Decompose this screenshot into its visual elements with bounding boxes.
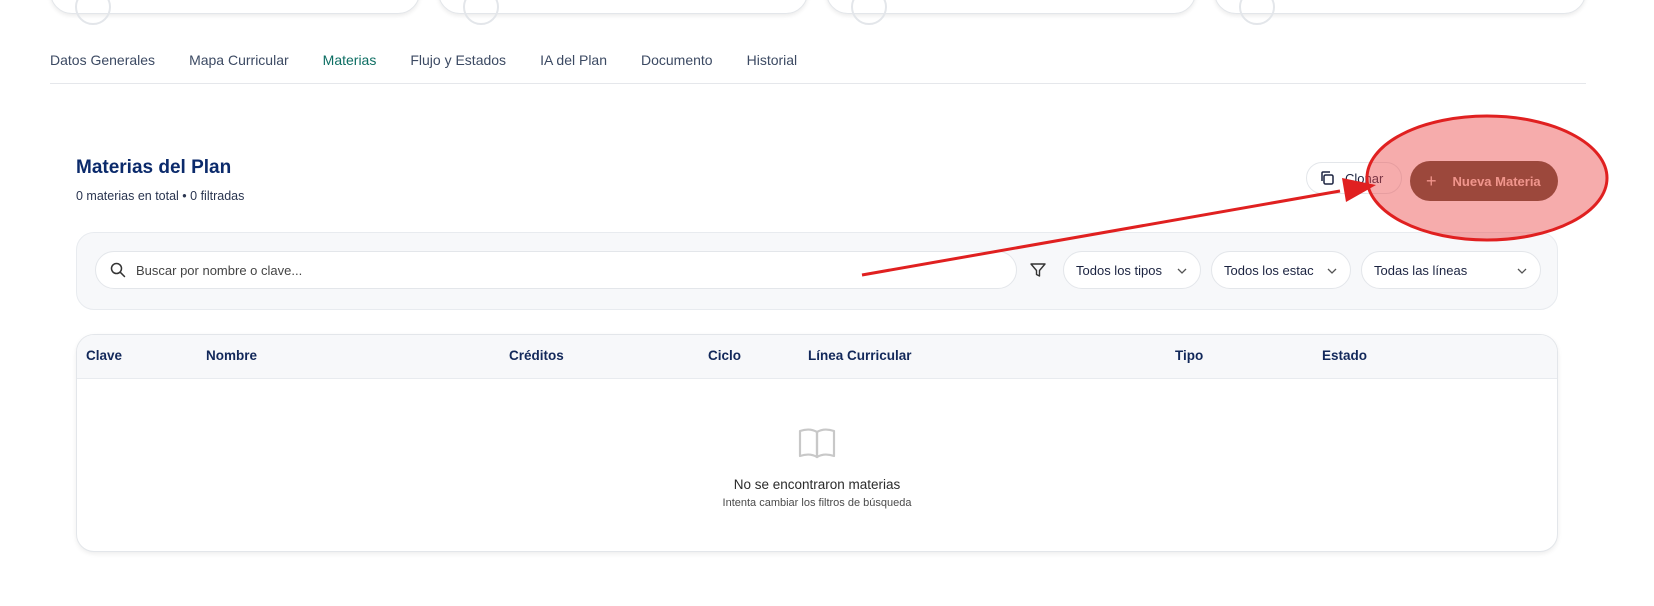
empty-state-title: No se encontraron materias <box>733 477 901 492</box>
tab-materias[interactable]: Materias <box>323 48 377 68</box>
summary-card-3 <box>826 0 1196 25</box>
tab-documento[interactable]: Documento <box>641 48 713 68</box>
chevron-down-icon <box>1517 268 1527 274</box>
empty-state-subtitle: Intenta cambiar los filtros de búsqueda <box>722 497 912 509</box>
card-icon-circle <box>75 0 111 25</box>
tab-bar: Datos Generales Mapa Curricular Materias… <box>50 48 1586 84</box>
card-icon-circle <box>1239 0 1275 25</box>
type-select[interactable]: Todos los tipos <box>1063 251 1201 289</box>
column-header-creditos[interactable]: Créditos <box>509 348 564 363</box>
book-open-icon <box>798 428 836 459</box>
summary-card-2 <box>438 0 808 25</box>
column-header-tipo[interactable]: Tipo <box>1175 348 1203 363</box>
filter-bar: Todos los tipos Todos los estac Todas la… <box>76 232 1558 310</box>
new-materia-button[interactable]: + Nueva Materia <box>1410 161 1558 201</box>
tab-mapa-curricular[interactable]: Mapa Curricular <box>189 48 289 68</box>
chevron-down-icon <box>1327 268 1337 274</box>
type-select-value: Todos los tipos <box>1076 262 1162 278</box>
card-icon-circle <box>851 0 887 25</box>
tab-historial[interactable]: Historial <box>747 48 798 68</box>
copy-icon <box>1321 171 1334 185</box>
column-header-estado[interactable]: Estado <box>1322 348 1367 363</box>
tab-datos-generales[interactable]: Datos Generales <box>50 48 155 68</box>
tab-ia-plan[interactable]: IA del Plan <box>540 48 607 68</box>
clone-button-label: Clonar <box>1345 170 1384 186</box>
table-header: Clave Nombre Créditos Ciclo Línea Curric… <box>77 335 1557 379</box>
card-icon-circle <box>463 0 499 25</box>
summary-card-4 <box>1214 0 1586 25</box>
search-input[interactable] <box>136 262 956 278</box>
materias-count: 0 materias en total • 0 filtradas <box>76 189 245 203</box>
tab-flujo-estados[interactable]: Flujo y Estados <box>410 48 506 68</box>
column-header-nombre[interactable]: Nombre <box>206 348 257 363</box>
line-select-value: Todas las líneas <box>1374 262 1468 278</box>
search-icon <box>110 262 126 278</box>
state-select[interactable]: Todos los estac <box>1211 251 1351 289</box>
new-materia-button-label: Nueva Materia <box>1452 173 1541 189</box>
materias-table: Clave Nombre Créditos Ciclo Línea Curric… <box>76 334 1558 552</box>
chevron-down-icon <box>1177 268 1187 274</box>
search-box[interactable] <box>95 251 1017 289</box>
column-header-ciclo[interactable]: Ciclo <box>708 348 741 363</box>
clone-button[interactable]: Clonar <box>1306 162 1402 194</box>
column-header-clave[interactable]: Clave <box>86 348 122 363</box>
column-header-linea[interactable]: Línea Curricular <box>808 348 912 363</box>
plus-icon: + <box>1426 170 1437 191</box>
line-select[interactable]: Todas las líneas <box>1361 251 1541 289</box>
state-select-value: Todos los estac <box>1224 262 1314 278</box>
summary-card-1 <box>50 0 420 25</box>
page-title: Materias del Plan <box>76 157 232 178</box>
filter-icon[interactable] <box>1029 261 1047 279</box>
